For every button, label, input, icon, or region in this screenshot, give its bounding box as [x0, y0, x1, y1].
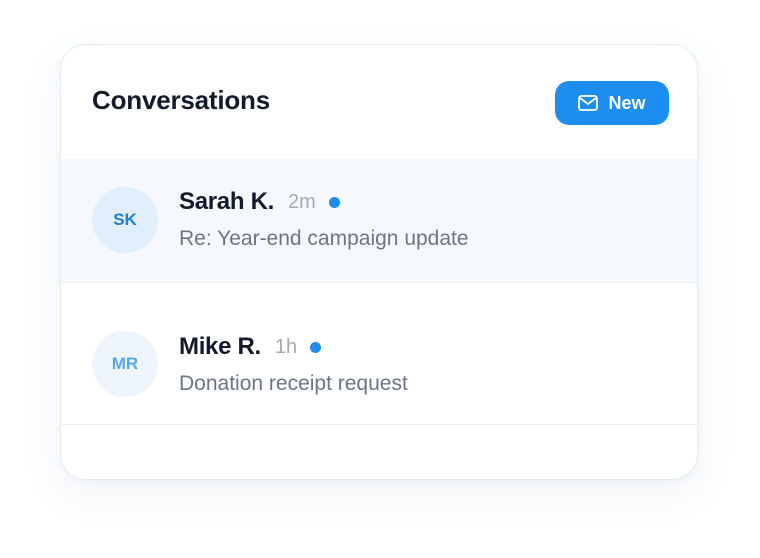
- message-preview: Re: Year-end campaign update: [179, 227, 469, 250]
- timestamp: 1h: [274, 335, 298, 358]
- message-preview: Donation receipt request: [179, 372, 408, 395]
- new-button-label: New: [608, 92, 646, 113]
- conversations-card: Conversations New SK Sarah K. 2m Re: Yea…: [60, 44, 698, 480]
- conversation-item[interactable]: MR Mike R. 1h Donation receipt request: [61, 282, 697, 425]
- conversation-item[interactable]: SK Sarah K. 2m Re: Year-end campaign upd…: [61, 159, 697, 283]
- timestamp: 2m: [287, 190, 316, 213]
- avatar: MR: [92, 331, 158, 397]
- mail-icon: [578, 95, 599, 111]
- conversation-name-line: Mike R. 1h: [179, 333, 322, 361]
- new-conversation-button[interactable]: New: [555, 81, 669, 125]
- conversation-name-line: Sarah K. 2m: [179, 188, 340, 216]
- contact-name: Mike R.: [179, 333, 261, 360]
- avatar: SK: [92, 187, 158, 253]
- contact-name: Sarah K.: [179, 188, 274, 215]
- page-title: Conversations: [92, 85, 271, 115]
- unread-dot-icon: [310, 341, 322, 353]
- unread-dot-icon: [328, 196, 340, 208]
- card-header: Conversations New: [61, 45, 697, 159]
